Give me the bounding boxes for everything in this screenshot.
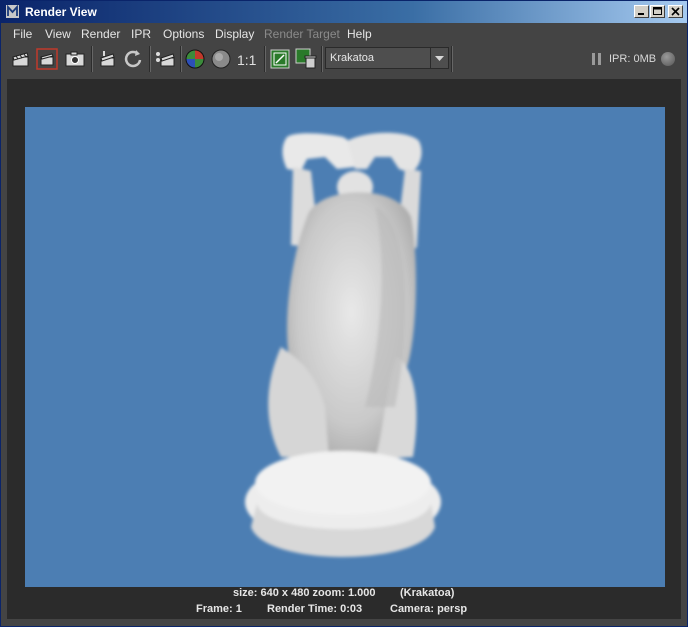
ipr-memory-label: IPR: 0MB [609, 53, 657, 65]
alpha-channel-icon[interactable] [210, 48, 232, 70]
toolbar-separator [451, 46, 453, 72]
ipr-render-icon[interactable] [97, 48, 119, 70]
renderer-select[interactable]: Krakatoa [325, 47, 449, 69]
menu-display[interactable]: Display [215, 27, 254, 41]
snapshot-icon[interactable] [64, 48, 86, 70]
toolbar-separator [264, 46, 266, 72]
maya-app-icon [6, 5, 19, 18]
menu-view[interactable]: View [45, 27, 71, 41]
menu-ipr[interactable]: IPR [131, 27, 151, 41]
redo-render-icon[interactable] [10, 48, 32, 70]
menu-render-target[interactable]: Render Target [264, 27, 340, 41]
render-region-icon[interactable] [36, 48, 58, 70]
toolbar-separator [149, 46, 151, 72]
remove-image-icon[interactable] [295, 48, 317, 70]
status-size-zoom: size: 640 x 480 zoom: 1.000 [233, 587, 376, 599]
toolbar-separator [91, 46, 93, 72]
renderer-select-value: Krakatoa [330, 52, 375, 64]
status-frame: Frame: 1 [196, 603, 242, 615]
render-settings-icon[interactable] [154, 48, 176, 70]
keep-image-icon[interactable] [269, 48, 291, 70]
minimize-icon [638, 13, 644, 15]
refresh-ipr-icon[interactable] [122, 48, 144, 70]
close-button[interactable] [668, 5, 683, 18]
status-camera: Camera: persp [390, 603, 468, 615]
render-view-window: Render View File View Render IPR Options… [0, 0, 688, 627]
menu-options[interactable]: Options [163, 27, 204, 41]
close-icon [671, 7, 680, 16]
menu-help[interactable]: Help [347, 27, 372, 41]
title-bar[interactable]: Render View [1, 1, 687, 23]
status-renderer: (Krakatoa) [400, 587, 455, 599]
render-viewport[interactable] [7, 79, 681, 619]
ipr-status-indicator [661, 52, 675, 66]
menu-render[interactable]: Render [81, 27, 120, 41]
rendered-image[interactable] [25, 107, 665, 587]
real-size-label[interactable]: 1:1 [237, 52, 256, 68]
menu-bar: File View Render IPR Options Display Ren… [1, 23, 687, 43]
window-title: Render View [25, 5, 97, 19]
toolbar-separator [180, 46, 182, 72]
pause-ipr-icon[interactable] [591, 53, 603, 65]
buddha-statue-render [245, 132, 441, 557]
maximize-button[interactable] [650, 5, 665, 18]
toolbar-separator [321, 46, 323, 72]
chevron-down-icon[interactable] [430, 48, 448, 68]
menu-file[interactable]: File [13, 27, 32, 41]
maximize-icon [653, 7, 662, 15]
status-render-time: Render Time: 0:03 [267, 603, 363, 615]
minimize-button[interactable] [634, 5, 649, 18]
rgb-channels-icon[interactable] [184, 48, 206, 70]
